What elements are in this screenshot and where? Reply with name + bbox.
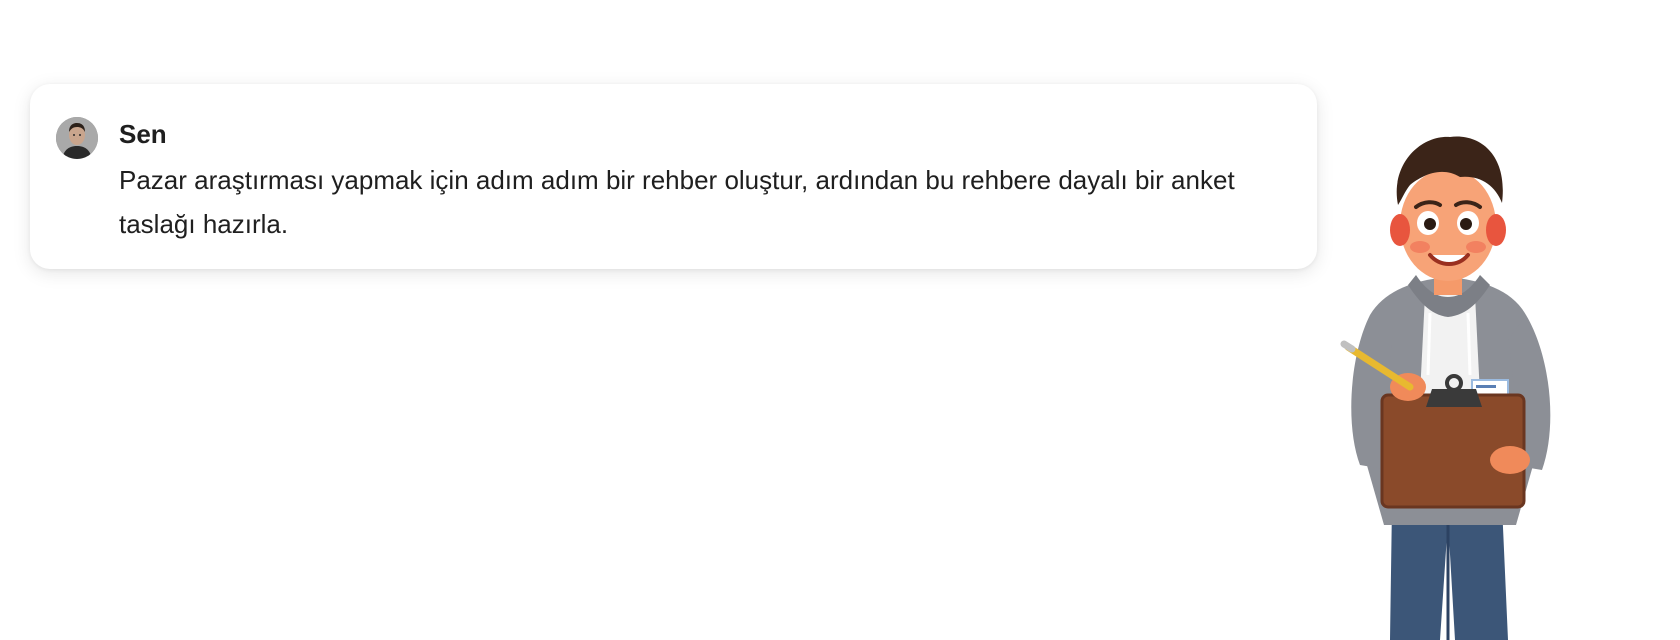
cartoon-surveyor-icon (1340, 136, 1551, 640)
chat-canvas: Sen Pazar araştırması yapmak için adım a… (0, 0, 1680, 640)
user-message-card: Sen Pazar araştırması yapmak için adım a… (30, 84, 1317, 269)
message-text: Pazar araştırması yapmak için adım adım … (119, 165, 1235, 239)
avatar-portrait-icon (56, 117, 98, 159)
user-avatar[interactable] (56, 117, 98, 159)
sender-name: Sen (119, 119, 167, 149)
character-illustration (1330, 125, 1570, 640)
